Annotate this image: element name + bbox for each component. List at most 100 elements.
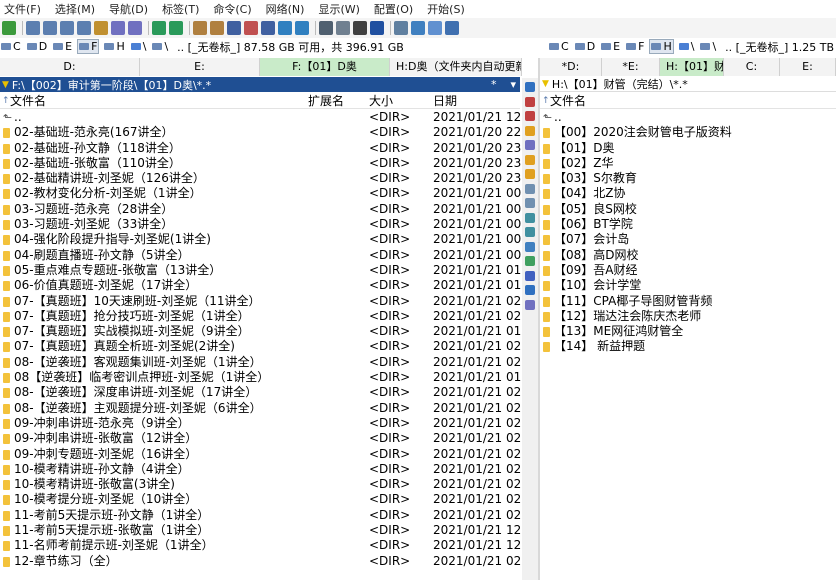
table-row[interactable]: 11-考前5天提示班-张敬富（1讲全） <DIR> 2021/01/21 12:4 <box>0 523 522 538</box>
table-row[interactable]: 07-【真题班】真题全析班-刘圣妮(2讲全) <DIR> 2021/01/21 02… <box>0 339 522 354</box>
sync-icon[interactable] <box>261 21 275 35</box>
table-row[interactable]: 【01】D奥 <box>540 141 836 156</box>
settings-icon[interactable] <box>319 21 333 35</box>
menu-item[interactable]: 网络(N) <box>266 1 305 17</box>
tab-right-c[interactable]: C: <box>724 58 780 76</box>
table-row[interactable]: 09-冲刺串讲班-张敬富（12讲全） <DIR> 2021/01/21 02:1 <box>0 431 522 446</box>
menu-item[interactable]: 文件(F) <box>4 1 41 17</box>
menu-item[interactable]: 配置(O) <box>374 1 413 17</box>
table-row[interactable]: ⬑.. <DIR> 2021/01/21 12:2 <box>0 110 522 125</box>
column-name[interactable]: 文件名 <box>10 93 46 109</box>
table-row[interactable]: 09-冲刺串讲班-范永亮（9讲全） <DIR> 2021/01/21 02:1 <box>0 416 522 431</box>
table-row[interactable]: 【05】良S网校 <box>540 202 836 217</box>
tab-right-h-active[interactable]: H:【01】财管 <box>660 58 724 76</box>
table-row[interactable]: 07-【真题班】实战模拟班-刘圣妮（9讲全） <DIR> 2021/01/21 01… <box>0 324 522 339</box>
table-row[interactable]: 08【逆袭班】临考密训点押班-刘圣妮（1讲全） <DIR> 2021/01/21 0… <box>0 370 522 385</box>
rename-icon[interactable] <box>244 21 258 35</box>
table-row[interactable]: 08-【逆袭班】主观题提分班-刘圣妮（6讲全） <DIR> 2021/01/21 0… <box>0 401 522 416</box>
terminal-icon[interactable] <box>370 21 384 35</box>
table-row[interactable]: 【04】北Z协 <box>540 186 836 201</box>
panel-splitter[interactable] <box>538 58 540 580</box>
drive-button-d[interactable]: D <box>574 40 596 53</box>
table-row[interactable]: 04-刷题直播班-孙文静（5讲全） <DIR> 2021/01/21 00:5 <box>0 248 522 263</box>
table-row[interactable]: 07-【真题班】抢分技巧班-刘圣妮（1讲全） <DIR> 2021/01/21 02… <box>0 309 522 324</box>
table-row[interactable]: 【14】 新益押题 <box>540 339 836 354</box>
table-row[interactable]: 08-【逆袭班】深度串讲班-刘圣妮（17讲全） <DIR> 2021/01/21 0… <box>0 385 522 400</box>
tree-icon[interactable] <box>525 212 535 223</box>
table-row[interactable]: 02-基础班-范永亮(167讲全） <DIR> 2021/01/20 22:5 <box>0 125 522 140</box>
table-row[interactable]: 【07】会计岛 <box>540 232 836 247</box>
back-icon[interactable] <box>152 21 166 35</box>
tab-right-e[interactable]: *E: <box>602 58 660 76</box>
history-dropdown-icon[interactable]: ▼ <box>542 79 549 89</box>
tab-left-e[interactable]: E: <box>140 58 260 76</box>
refresh-icon[interactable] <box>2 21 16 35</box>
table-row[interactable]: 05-重点难点专题班-张敬富（13讲全） <DIR> 2021/01/21 01:0 <box>0 263 522 278</box>
full-view-icon[interactable] <box>43 21 57 35</box>
table-row[interactable]: 【09】吾A财经 <box>540 263 836 278</box>
drive-button-h[interactable]: H <box>649 39 674 54</box>
menu-item[interactable]: 选择(M) <box>55 1 95 17</box>
table-row[interactable]: 【13】ME网征鸿财管全 <box>540 324 836 339</box>
column-name[interactable]: 文件名 <box>550 93 586 109</box>
view-icon[interactable] <box>525 140 535 150</box>
table-row[interactable]: 07-【真题班】10天速刷班-刘圣妮（11讲全） <DIR> 2021/01/21 … <box>0 294 522 309</box>
edit-icon[interactable] <box>525 241 535 252</box>
delete-icon[interactable] <box>525 111 535 121</box>
drive-button-e[interactable]: E <box>52 40 73 53</box>
calculator-icon[interactable] <box>353 21 367 35</box>
column-size[interactable]: 大小 <box>369 93 393 109</box>
table-row[interactable]: 【00】2020注会财管电子版资料 <box>540 125 836 140</box>
column-extension[interactable]: 扩展名 <box>308 93 344 109</box>
thumbnail-icon[interactable] <box>77 21 91 35</box>
folder-icon[interactable] <box>525 169 535 179</box>
table-row[interactable]: 10-模考精讲班-孙文静（4讲全） <DIR> 2021/01/21 02:1 <box>0 462 522 477</box>
drive-button-net[interactable]: \ <box>678 40 696 53</box>
folder-new-icon[interactable] <box>525 125 535 136</box>
left-path-filter[interactable]: * <box>491 78 511 91</box>
left-path-bar[interactable]: ▼ F:\【002】审计第一阶段\【01】D奥\*.* * ▾ <box>0 77 520 92</box>
list-icon[interactable] <box>525 198 535 208</box>
drive-button-e[interactable]: E <box>600 40 621 53</box>
table-row[interactable]: 06-价值真题班-刘圣妮（17讲全） <DIR> 2021/01/21 01:0 <box>0 278 522 293</box>
column-date[interactable]: 日期 <box>433 93 457 109</box>
table-row[interactable]: 03-习题班-范永亮（28讲全） <DIR> 2021/01/21 00:4 <box>0 202 522 217</box>
multi-rename-icon[interactable] <box>428 21 442 35</box>
table-row[interactable]: 【06】BT学院 <box>540 217 836 232</box>
table-row[interactable]: 02-教材变化分析-刘圣妮（1讲全） <DIR> 2021/01/21 00:1 <box>0 186 522 201</box>
table-row[interactable]: 【12】瑞达注会陈庆杰老师 <box>540 309 836 324</box>
history-dropdown-icon[interactable]: ▼ <box>2 80 9 90</box>
menu-item[interactable]: 显示(W) <box>318 1 359 17</box>
table-row[interactable]: 11-考前5天提示班-孙文静（1讲全） <DIR> 2021/01/21 02:1 <box>0 508 522 523</box>
menu-item[interactable]: 开始(S) <box>427 1 465 17</box>
drive-button-c[interactable]: C <box>0 40 22 53</box>
table-row[interactable]: 03-习题班-刘圣妮（33讲全） <DIR> 2021/01/21 00:4 <box>0 217 522 232</box>
table-row[interactable]: 【10】会计学堂 <box>540 278 836 293</box>
table-row[interactable]: 【11】CPA椰子导图财管背频 <box>540 294 836 309</box>
table-row[interactable]: 02-基础班-孙文静（118讲全） <DIR> 2021/01/20 23:1 <box>0 141 522 156</box>
right-path-bar[interactable]: ▼ H:\【01】财管（完结）\*.* <box>540 77 836 92</box>
tab-right-d[interactable]: *D: <box>540 58 602 76</box>
table-row[interactable]: 02-基础精讲班-刘圣妮（126讲全） <DIR> 2021/01/20 23:5 <box>0 171 522 186</box>
folder-icon[interactable] <box>525 154 535 165</box>
brief-view-icon[interactable] <box>26 21 40 35</box>
unselect-icon[interactable] <box>128 21 142 35</box>
delete-icon[interactable] <box>525 96 535 107</box>
archive-icon[interactable] <box>193 21 207 35</box>
copy-left-icon[interactable] <box>525 82 535 92</box>
copy-names-icon[interactable] <box>394 21 408 35</box>
compare-icon[interactable] <box>411 21 425 35</box>
table-row[interactable]: 【08】高D网校 <box>540 248 836 263</box>
table-row[interactable]: 12-章节练习（全） <DIR> 2021/01/21 02:1 <box>0 554 522 569</box>
list-icon[interactable] <box>525 183 535 194</box>
sync-icon[interactable] <box>525 256 535 266</box>
drive-button-f[interactable]: F <box>77 39 100 54</box>
tab-left-f-active[interactable]: F:【01】D奥 <box>260 58 390 76</box>
tree-icon[interactable] <box>525 227 535 237</box>
forward-icon[interactable] <box>169 21 183 35</box>
move-icon[interactable] <box>525 270 535 281</box>
ftp-icon[interactable] <box>278 21 292 35</box>
table-row[interactable]: 11-名师考前提示班-刘圣妮（1讲全） <DIR> 2021/01/21 12:4 <box>0 538 522 553</box>
tab-left-h[interactable]: H:D奥（文件夹内自动更新中 <box>390 58 522 76</box>
drive-button-f[interactable]: F <box>625 40 645 53</box>
